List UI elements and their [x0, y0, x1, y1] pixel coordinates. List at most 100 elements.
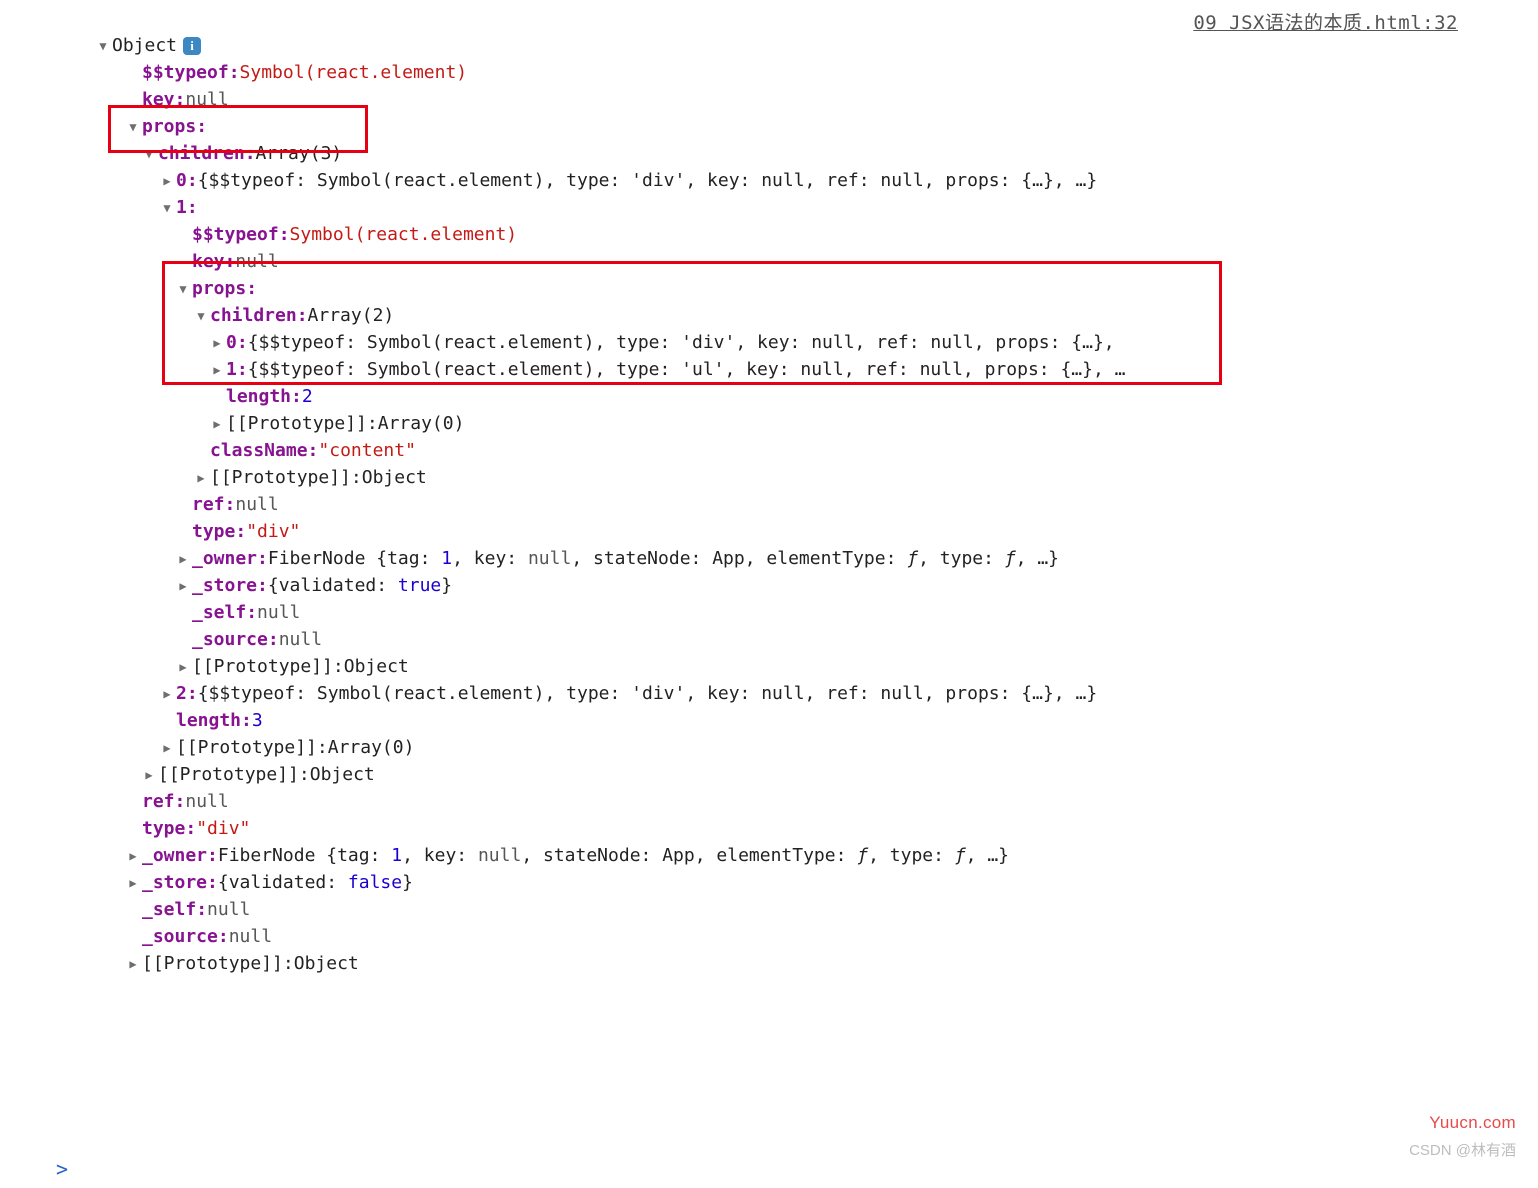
property-value: Array(0) [378, 411, 465, 437]
property-key: ref [142, 789, 175, 815]
property-key: length [226, 384, 291, 410]
property-key: type [142, 816, 185, 842]
watermark: CSDN @林有酒 [1409, 1138, 1516, 1164]
property-key: 0 [176, 168, 187, 194]
property-key: [[Prototype]] [142, 951, 283, 977]
property-key: $$typeof [142, 60, 229, 86]
tree-row[interactable]: ▶ [[Prototype]]: Object [96, 950, 1518, 977]
property-value: {validated: true} [268, 573, 452, 599]
tree-row[interactable]: ▶ [[Prototype]]: Array(0) [96, 734, 1518, 761]
object-label: Object [112, 33, 177, 59]
property-key: _source [192, 627, 268, 653]
tree-row[interactable]: ▼ children: Array(2) [96, 302, 1518, 329]
property-key: className [210, 438, 308, 464]
expand-arrow-right-icon[interactable]: ▶ [126, 843, 140, 869]
tree-row[interactable]: ▶ _owner: FiberNode {tag: 1, key: null, … [96, 545, 1518, 572]
tree-row[interactable]: key: null [96, 248, 1518, 275]
tree-row[interactable]: ▶ _owner: FiberNode {tag: 1, key: null, … [96, 842, 1518, 869]
property-value: null [207, 897, 250, 923]
property-value: Array(0) [328, 735, 415, 761]
property-key: 0 [226, 330, 237, 356]
expand-arrow-right-icon[interactable]: ▶ [194, 465, 208, 491]
expand-arrow-down-icon[interactable]: ▼ [160, 195, 174, 221]
expand-arrow-right-icon[interactable]: ▶ [176, 654, 190, 680]
expand-arrow-right-icon[interactable]: ▶ [210, 330, 224, 356]
property-value: null [235, 492, 278, 518]
expand-arrow-right-icon[interactable]: ▶ [176, 546, 190, 572]
expand-arrow-right-icon[interactable]: ▶ [210, 411, 224, 437]
property-value: null [185, 789, 228, 815]
property-key: _store [192, 573, 257, 599]
expand-arrow-right-icon[interactable]: ▶ [142, 762, 156, 788]
property-key: _source [142, 924, 218, 950]
info-icon[interactable]: i [183, 37, 201, 55]
property-value: Array(3) [256, 141, 343, 167]
property-key: 1 [226, 357, 237, 383]
tree-row[interactable]: _source: null [96, 923, 1518, 950]
tree-row[interactable]: $$typeof: Symbol(react.element) [96, 59, 1518, 86]
property-value: Object [294, 951, 359, 977]
expand-arrow-right-icon[interactable]: ▶ [176, 573, 190, 599]
tree-row[interactable]: type: "div" [96, 518, 1518, 545]
tree-row[interactable]: ▶ 1: {$$typeof: Symbol(react.element), t… [96, 356, 1518, 383]
expand-arrow-right-icon[interactable]: ▶ [126, 870, 140, 896]
tree-row[interactable]: ▶ [[Prototype]]: Object [96, 761, 1518, 788]
tree-row[interactable]: ▶ [[Prototype]]: Array(0) [96, 410, 1518, 437]
tree-row[interactable]: ▶ [[Prototype]]: Object [96, 464, 1518, 491]
tree-row[interactable]: type: "div" [96, 815, 1518, 842]
expand-arrow-right-icon[interactable]: ▶ [160, 735, 174, 761]
property-key: _self [142, 897, 196, 923]
tree-row[interactable]: length: 3 [96, 707, 1518, 734]
property-key: [[Prototype]] [158, 762, 299, 788]
expand-arrow-down-icon[interactable]: ▼ [194, 303, 208, 329]
expand-arrow-down-icon[interactable]: ▼ [142, 141, 156, 167]
expand-arrow-down-icon[interactable]: ▼ [126, 114, 140, 140]
property-key: 1 [176, 195, 187, 221]
tree-row[interactable]: key: null [96, 86, 1518, 113]
tree-row[interactable]: ▶ 0: {$$typeof: Symbol(react.element), t… [96, 329, 1518, 356]
tree-row[interactable]: _self: null [96, 599, 1518, 626]
tree-row[interactable]: $$typeof: Symbol(react.element) [96, 221, 1518, 248]
property-value: null [235, 249, 278, 275]
property-value: Object [362, 465, 427, 491]
property-value: "content" [318, 438, 416, 464]
expand-arrow-right-icon[interactable]: ▶ [210, 357, 224, 383]
property-key: children [210, 303, 297, 329]
expand-arrow-right-icon[interactable]: ▶ [160, 168, 174, 194]
property-value: FiberNode {tag: 1, key: null, stateNode:… [268, 546, 1059, 572]
tree-row[interactable]: ▶ _store: {validated: true} [96, 572, 1518, 599]
tree-row[interactable]: ref: null [96, 491, 1518, 518]
property-key: key [142, 87, 175, 113]
console-prompt[interactable]: > [56, 1156, 68, 1182]
property-key: props [142, 114, 196, 140]
tree-row[interactable]: ▶ 2: {$$typeof: Symbol(react.element), t… [96, 680, 1518, 707]
tree-row[interactable]: ref: null [96, 788, 1518, 815]
property-key: [[Prototype]] [192, 654, 333, 680]
property-value: {$$typeof: Symbol(react.element), type: … [198, 168, 1097, 194]
expand-arrow-right-icon[interactable]: ▶ [160, 681, 174, 707]
tree-row[interactable]: ▼ children: Array(3) [96, 140, 1518, 167]
property-key: key [192, 249, 225, 275]
expand-arrow-right-icon[interactable]: ▶ [126, 951, 140, 977]
tree-row[interactable]: className: "content" [96, 437, 1518, 464]
property-key: ref [192, 492, 225, 518]
property-key: 2 [176, 681, 187, 707]
property-value: 2 [302, 384, 313, 410]
tree-row[interactable]: ▼ props: [96, 275, 1518, 302]
tree-row[interactable]: ▼ 1: [96, 194, 1518, 221]
property-value: {$$typeof: Symbol(react.element), type: … [198, 681, 1097, 707]
property-key: length [176, 708, 241, 734]
expand-arrow-down-icon[interactable]: ▼ [96, 33, 110, 59]
tree-row[interactable]: ▶ _store: {validated: false} [96, 869, 1518, 896]
property-key: _store [142, 870, 207, 896]
tree-row[interactable]: ▼ Object i [96, 32, 1518, 59]
tree-row[interactable]: _source: null [96, 626, 1518, 653]
property-value: null [279, 627, 322, 653]
tree-row[interactable]: ▶ [[Prototype]]: Object [96, 653, 1518, 680]
tree-row[interactable]: ▼ props: [96, 113, 1518, 140]
tree-row[interactable]: ▶ 0: {$$typeof: Symbol(react.element), t… [96, 167, 1518, 194]
tree-row[interactable]: length: 2 [96, 383, 1518, 410]
expand-arrow-down-icon[interactable]: ▼ [176, 276, 190, 302]
tree-row[interactable]: _self: null [96, 896, 1518, 923]
property-value: "div" [196, 816, 250, 842]
